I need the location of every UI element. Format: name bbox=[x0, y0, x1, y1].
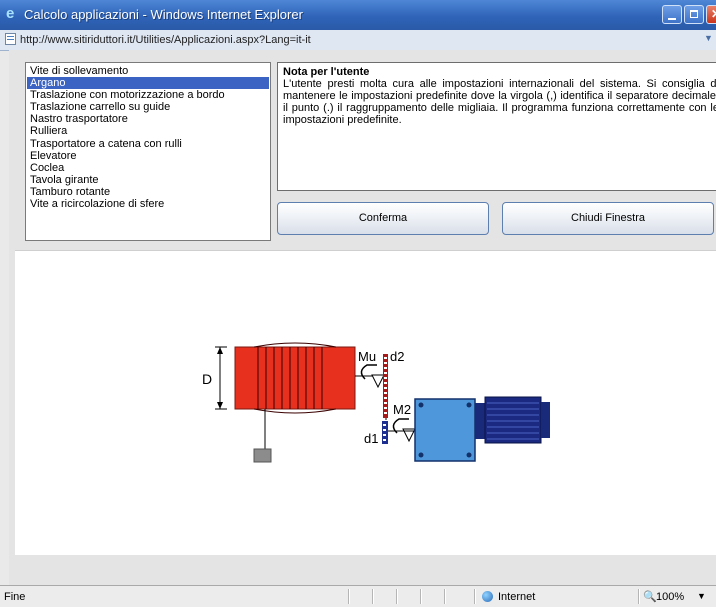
diameter-arrow-bottom bbox=[217, 402, 223, 409]
motor-flange bbox=[475, 403, 485, 439]
status-text: Fine bbox=[4, 591, 26, 603]
electric-motor bbox=[484, 396, 542, 444]
torque-m2-label: M2 bbox=[393, 402, 411, 417]
close-window-page-button[interactable]: Chiudi Finestra bbox=[502, 202, 714, 235]
status-bar: Fine Internet 🔍 100% ▼ bbox=[0, 585, 716, 607]
list-item[interactable]: Nastro trasportatore bbox=[27, 113, 269, 125]
motor-end-cap bbox=[541, 402, 550, 438]
page-content: Vite di sollevamento Argano Traslazione co… bbox=[9, 50, 716, 585]
applications-listbox[interactable]: Vite di sollevamento Argano Traslazione co… bbox=[25, 62, 271, 241]
hoist-diagram: D Mu d2 d1 M2 bbox=[202, 342, 550, 463]
status-divider bbox=[396, 589, 397, 604]
list-item[interactable]: Vite di sollevamento bbox=[27, 65, 269, 77]
window-title: Calcolo applicazioni - Windows Internet … bbox=[24, 7, 303, 22]
title-bar: e Calcolo applicazioni - Windows Interne… bbox=[0, 0, 716, 30]
minimize-button[interactable] bbox=[662, 5, 682, 24]
status-divider bbox=[372, 589, 373, 604]
minimize-icon bbox=[668, 18, 676, 20]
maximize-button[interactable] bbox=[684, 5, 704, 24]
list-item[interactable]: Coclea bbox=[27, 162, 269, 174]
maximize-icon bbox=[690, 10, 698, 18]
address-bar[interactable]: http://www.sitiriduttori.it/Utilities/Ap… bbox=[0, 30, 716, 51]
list-item[interactable]: Tavola girante bbox=[27, 174, 269, 186]
page-icon bbox=[5, 33, 16, 45]
torque-mu-label: Mu bbox=[358, 349, 376, 364]
security-zone: Internet bbox=[498, 591, 536, 603]
diameter-arrow-top bbox=[217, 347, 223, 354]
address-url: http://www.sitiriduttori.it/Utilities/Ap… bbox=[20, 34, 311, 46]
status-divider bbox=[420, 589, 421, 604]
gear-d2-label: d2 bbox=[390, 349, 404, 364]
user-note-panel: Nota per l'utente L'utente presti molta … bbox=[277, 62, 716, 191]
list-item[interactable]: Traslazione con motorizzazione a bordo bbox=[27, 89, 269, 101]
zoom-chevron-down-icon[interactable]: ▼ bbox=[697, 591, 706, 601]
load-block bbox=[253, 448, 272, 463]
status-divider bbox=[444, 589, 445, 604]
chevron-down-icon[interactable]: ▼ bbox=[704, 33, 713, 43]
close-icon: ✕ bbox=[711, 7, 716, 21]
list-item[interactable]: Elevatore bbox=[27, 150, 269, 162]
application-diagram-panel: D Mu d2 d1 M2 bbox=[15, 250, 716, 555]
zoom-icon[interactable]: 🔍 bbox=[643, 590, 657, 603]
zoom-level[interactable]: 100% bbox=[656, 591, 684, 603]
status-divider bbox=[348, 589, 349, 604]
close-window-button[interactable]: ✕ bbox=[706, 5, 716, 24]
list-item[interactable]: Rulliera bbox=[27, 125, 269, 137]
list-item[interactable]: Traslazione carrello su guide bbox=[27, 101, 269, 113]
note-title: Nota per l'utente bbox=[283, 66, 370, 78]
list-item[interactable]: Tamburo rotante bbox=[27, 186, 269, 198]
confirm-button[interactable]: Conferma bbox=[277, 202, 489, 235]
gear-d1-label: d1 bbox=[364, 431, 378, 446]
diameter-label: D bbox=[202, 371, 212, 387]
ie-logo-icon: e bbox=[6, 5, 15, 22]
list-item[interactable]: Vite a ricircolazione di sfere bbox=[27, 198, 269, 210]
internet-globe-icon bbox=[482, 591, 493, 602]
torque-mu-arrowhead bbox=[371, 374, 385, 389]
status-divider bbox=[638, 589, 639, 604]
note-body: L'utente presti molta cura alle impostaz… bbox=[283, 78, 716, 126]
status-divider bbox=[474, 589, 475, 604]
gearbox bbox=[414, 398, 476, 462]
winch-drum bbox=[234, 346, 356, 410]
list-item[interactable]: Argano bbox=[27, 77, 269, 90]
list-item[interactable]: Trasportatore a catena con rulli bbox=[27, 138, 269, 150]
